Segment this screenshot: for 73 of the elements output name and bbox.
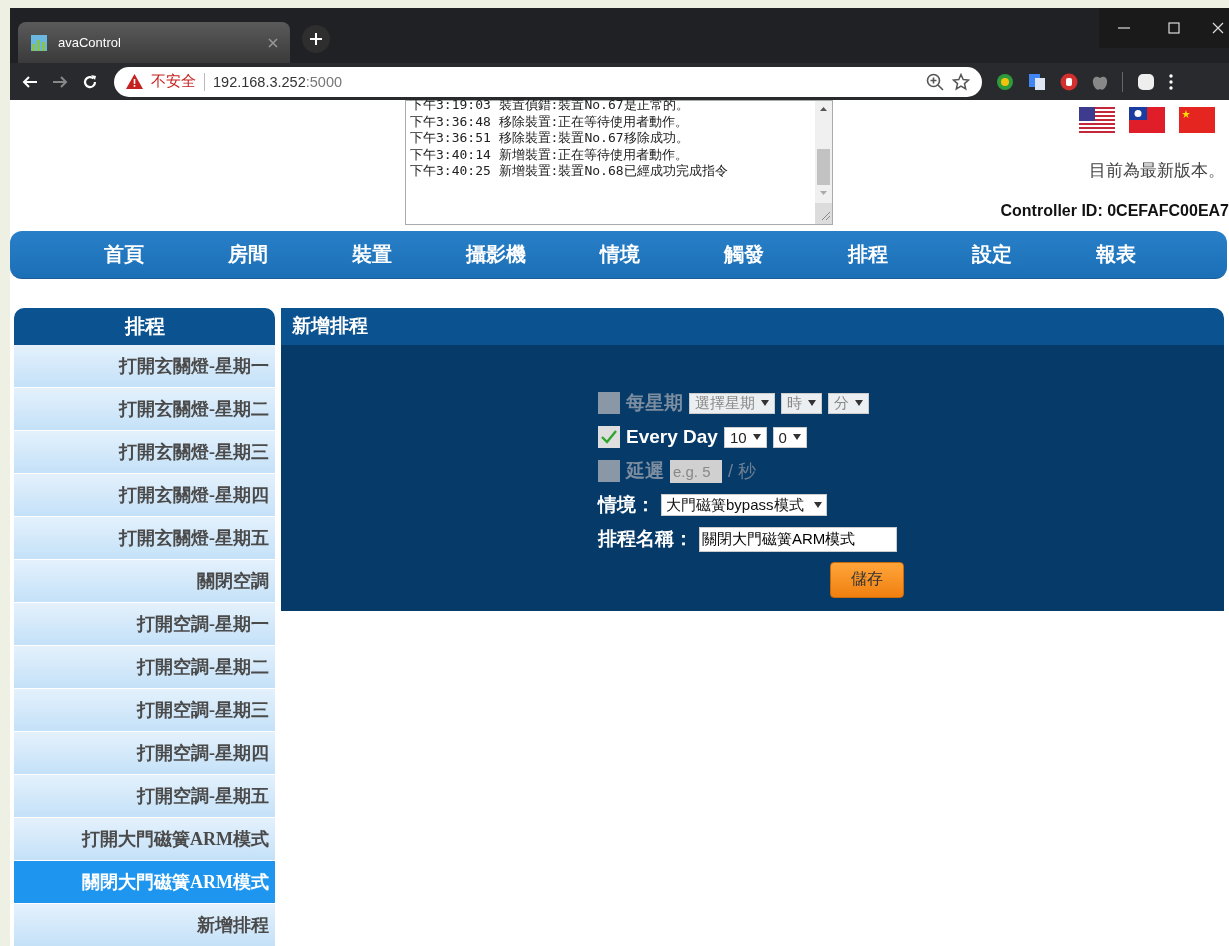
sidebar-item[interactable]: 打開空調-星期一 xyxy=(14,602,275,646)
reload-icon[interactable] xyxy=(82,73,98,90)
caret-icon xyxy=(808,400,816,407)
security-label: 不安全 xyxy=(151,72,196,91)
zoom-icon[interactable] xyxy=(926,72,944,91)
input-field[interactable]: 關閉大門磁簧ARM模式 xyxy=(699,526,897,552)
caret-icon xyxy=(761,400,769,407)
panel-title: 新增排程 xyxy=(281,307,1224,345)
sidebar-item[interactable]: 打開空調-星期五 xyxy=(14,774,275,818)
url-text: 192.168.3.252:5000 xyxy=(213,73,343,90)
sidebar-item[interactable]: 關閉空調 xyxy=(14,559,275,603)
sidebar-item[interactable]: 打開空調-星期二 xyxy=(14,645,275,689)
flag-icon[interactable] xyxy=(1129,107,1165,133)
forward-icon[interactable] xyxy=(52,73,68,90)
log-line: 下午3:36:51 移除裝置:裝置No.67移除成功。 xyxy=(410,130,690,147)
nav-link[interactable]: 裝置 xyxy=(310,240,434,268)
back-icon[interactable] xyxy=(22,73,38,90)
caret-icon xyxy=(855,400,863,407)
sidebar-item[interactable]: 新增排程 xyxy=(14,903,275,946)
flag-icon[interactable] xyxy=(1079,107,1115,133)
sidebar-item[interactable]: 打開玄關燈-星期二 xyxy=(14,387,275,431)
sidebar-title: 排程 xyxy=(14,307,275,345)
option-label: 延遲 xyxy=(626,459,664,484)
log-box[interactable]: 下午3:19:03 裝置偵錯:裝置No.67是正常的。 下午3:36:48 移除裝置:正在等待使用者動作。 下午3:36:51 移除裝置:裝置No.67移除成功。 下午3:40:14 新增裝置:正在等待使用者動作。 下午3:40:25 新增裝置:裝置No.68已經成功完成指令 xyxy=(405,100,833,225)
tab-title: avaControl xyxy=(58,35,122,50)
log-line: 下午3:40:25 新增裝置:裝置No.68已經成功完成指令 xyxy=(410,163,729,180)
nav-link[interactable]: 設定 xyxy=(930,240,1054,268)
warning-icon xyxy=(126,74,143,89)
nav-link[interactable]: 觸發 xyxy=(682,240,806,268)
sidebar-item[interactable]: 打開玄關燈-星期五 xyxy=(14,516,275,560)
app-icon xyxy=(30,33,48,52)
nav-link[interactable]: 情境 xyxy=(558,240,682,268)
browser-tab[interactable]: avaControl xyxy=(18,22,290,63)
dropdown[interactable]: 10 xyxy=(723,426,767,448)
nav-link[interactable]: 排程 xyxy=(806,240,930,268)
unit-label: / 秒 xyxy=(728,460,756,484)
caret-icon xyxy=(752,434,761,441)
save-button[interactable]: 儲存 xyxy=(830,561,904,598)
sidebar-item[interactable]: 打開玄關燈-星期三 xyxy=(14,430,275,474)
sidebar-item[interactable]: 打開玄關燈-星期一 xyxy=(14,344,275,388)
field-label: 排程名稱： xyxy=(598,527,693,552)
log-line: 下午3:36:48 移除裝置:正在等待使用者動作。 xyxy=(410,113,690,130)
option-label: 每星期 xyxy=(626,391,683,416)
option-label: Every Day xyxy=(626,426,718,449)
sidebar-item[interactable]: 打開空調-星期四 xyxy=(14,731,275,775)
close-icon[interactable] xyxy=(268,37,278,48)
nav-link[interactable]: 攝影機 xyxy=(434,240,558,268)
log-line: 下午3:19:03 裝置偵錯:裝置No.67是正常的。 xyxy=(410,97,690,114)
check-icon xyxy=(601,430,617,445)
close-icon[interactable] xyxy=(1199,8,1229,48)
nav-link[interactable]: 房間 xyxy=(186,240,310,268)
menu-icon[interactable] xyxy=(1169,73,1173,90)
dropdown[interactable]: 大門磁簧bypass模式 xyxy=(661,494,827,517)
checkbox[interactable] xyxy=(598,426,620,449)
nav-link[interactable]: 首頁 xyxy=(62,240,186,268)
dropdown[interactable]: 0 xyxy=(772,426,807,448)
sidebar-item[interactable]: 打開空調-星期三 xyxy=(14,688,275,732)
controller-id: Controller ID: 0CEFAFC00EA7 xyxy=(1000,202,1229,220)
sidebar-item[interactable]: 打開大門磁簧ARM模式 xyxy=(14,817,275,861)
extension-icon[interactable] xyxy=(996,72,1014,91)
profile-icon[interactable] xyxy=(1137,72,1155,91)
address-bar[interactable]: 不安全 192.168.3.252:5000 xyxy=(114,66,982,97)
caret-icon xyxy=(813,502,822,509)
nav-link[interactable]: 報表 xyxy=(1054,240,1178,268)
log-line: 下午3:40:14 新增裝置:正在等待使用者動作。 xyxy=(410,146,690,163)
caret-icon xyxy=(792,434,801,441)
sidebar-item[interactable]: 打開玄關燈-星期四 xyxy=(14,473,275,517)
version-status: 目前為最新版本。 xyxy=(1089,160,1225,182)
field-label: 情境： xyxy=(598,493,655,518)
new-tab-button[interactable] xyxy=(302,25,330,53)
scrollbar[interactable] xyxy=(815,101,832,224)
plus-icon xyxy=(309,32,323,46)
star-icon[interactable] xyxy=(952,72,970,91)
